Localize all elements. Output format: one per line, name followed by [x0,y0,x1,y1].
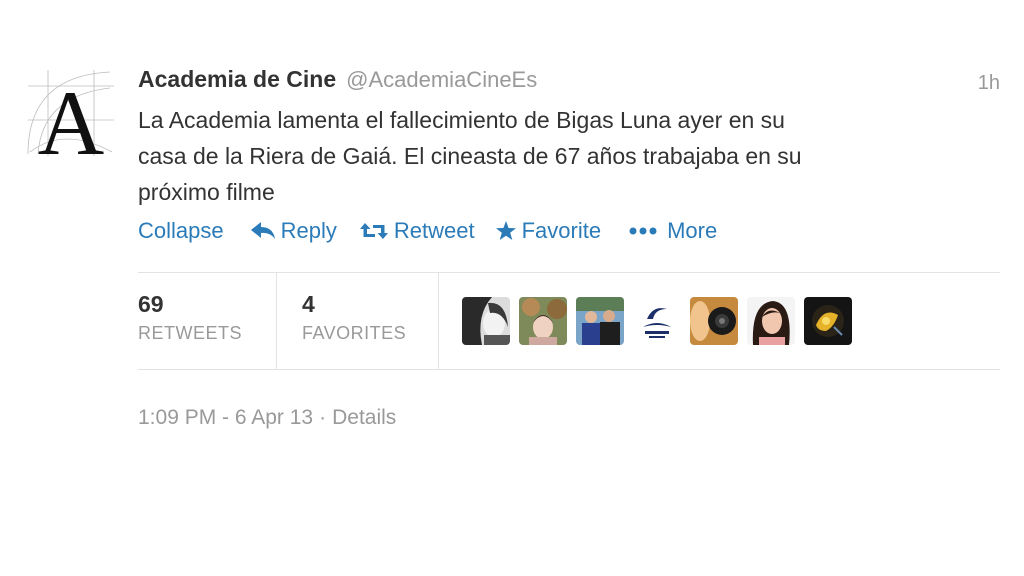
retweet-button[interactable]: Retweet [359,218,475,244]
user-avatar-7[interactable] [804,297,852,345]
user-avatar-1[interactable] [462,297,510,345]
more-button[interactable]: More [629,218,717,244]
collapse-label: Collapse [138,218,224,243]
stats-separator [276,273,277,369]
logo-letter: A [38,72,104,160]
stats-separator [438,273,439,369]
favorites-count: 4 [302,291,315,317]
stats-divider-top [138,272,1000,273]
favorites-label: FAVORITES [302,323,407,343]
retweets-stat[interactable]: 69 RETWEETS [138,290,242,344]
tweet-actions: Collapse Reply Retweet Favorite More [138,216,717,246]
tweet-footer: 1:09 PM - 6 Apr 13 · Details [138,406,396,430]
account-username[interactable]: @AcademiaCineEs [346,67,537,93]
collapse-button[interactable]: Collapse [138,218,224,244]
reply-icon [250,221,276,241]
avatar[interactable]: A [24,66,118,160]
account-fullname[interactable]: Academia de Cine [138,66,336,93]
reply-button[interactable]: Reply [250,218,337,244]
tweet-header: Academia de Cine @AcademiaCineEs [138,66,537,96]
retweet-label: Retweet [393,218,475,243]
footer-separator: · [319,406,327,429]
favorite-label: Favorite [521,218,602,243]
star-icon [495,220,517,242]
retweets-label: RETWEETS [138,323,243,343]
tweet-text-line: próximo filme [138,179,275,205]
tweet-timestamp[interactable]: 1:09 PM - 6 Apr 13 [138,406,313,429]
user-avatar-3[interactable] [576,297,624,345]
favoriters-list [462,297,861,345]
tweet-card: A Academia de Cine @AcademiaCineEs 1h La… [0,0,1024,576]
academia-logo-icon: A [27,70,114,160]
user-avatar-6[interactable] [747,297,795,345]
tweet-time[interactable]: 1h [978,72,1000,95]
stats-divider-bottom [138,369,1000,370]
user-avatar-5[interactable] [690,297,738,345]
reply-label: Reply [280,218,337,243]
more-label: More [667,218,718,243]
retweet-icon [359,221,389,241]
user-avatar-2[interactable] [519,297,567,345]
tweet-text: La Academia lamenta el fallecimiento de … [138,102,978,210]
tweet-text-line: La Academia lamenta el fallecimiento de … [138,107,785,133]
ellipsis-icon [629,226,657,236]
user-avatar-4[interactable] [633,297,681,345]
favorites-stat[interactable]: 4 FAVORITES [302,290,406,344]
retweets-count: 69 [138,291,164,317]
tweet-text-line: casa de la Riera de Gaiá. El cineasta de… [138,143,802,169]
details-link[interactable]: Details [332,406,396,429]
favorite-button[interactable]: Favorite [495,218,601,244]
